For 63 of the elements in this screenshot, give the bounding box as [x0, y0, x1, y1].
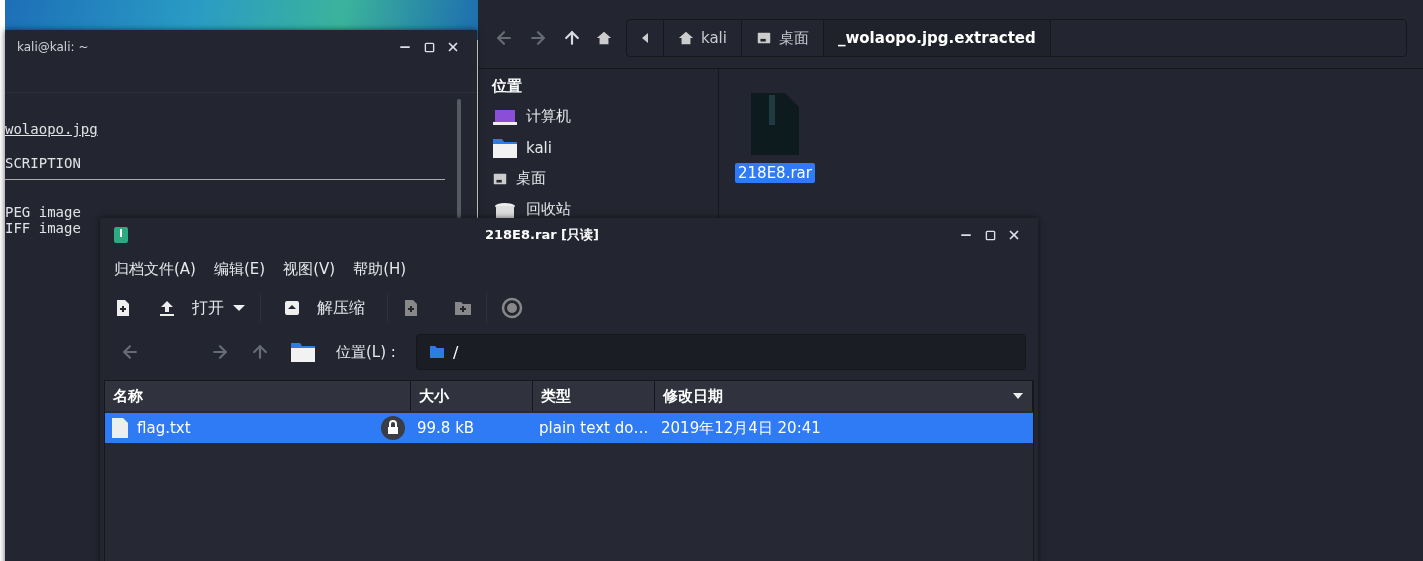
stop-icon[interactable] [501, 297, 523, 319]
size-cell-text: 99.8 kB [416, 418, 476, 439]
window-title: kali@kali: ~ [17, 40, 90, 54]
path-button[interactable]: 桌面 [741, 20, 824, 56]
caret-icon [641, 33, 649, 43]
file-name[interactable]: 218E8.rar [735, 163, 815, 183]
forward-icon[interactable] [528, 28, 548, 48]
location-label: 位置(L) : [336, 342, 396, 362]
home-icon [596, 30, 612, 46]
column-header[interactable]: 名称 [105, 381, 411, 411]
file-name: flag.txt [137, 419, 191, 437]
menu-item[interactable]: 编辑(E) [213, 259, 266, 279]
back-icon[interactable] [120, 342, 140, 362]
text-file-icon [111, 417, 129, 439]
column-header[interactable]: 修改日期 [655, 381, 1033, 411]
location-field[interactable]: / [415, 334, 1026, 370]
upload-icon [158, 299, 176, 317]
new-archive-icon[interactable] [114, 299, 132, 317]
forward-icon[interactable] [210, 342, 230, 362]
extract-button[interactable]: 解压缩 [275, 293, 373, 323]
up-icon[interactable] [562, 28, 582, 48]
terminal-text: SCRIPTION [5, 155, 81, 171]
dropdown-icon[interactable] [232, 303, 246, 313]
lock-icon [381, 416, 405, 440]
type-cell-text: plain text do… [538, 418, 650, 439]
sidebar-item[interactable]: 桌面 [516, 169, 546, 188]
desktop-icon [755, 30, 772, 46]
maximize-icon [423, 41, 435, 53]
path-button[interactable]: _wolaopo.jpg.extracted [823, 20, 1051, 56]
sort-icon [1012, 392, 1024, 400]
sidebar-item[interactable]: kali [526, 138, 552, 157]
sidebar-heading: 位置 [492, 77, 523, 96]
scrollbar[interactable] [457, 99, 461, 219]
folder-icon [290, 341, 316, 363]
menu-item[interactable]: 视图(V) [283, 259, 336, 279]
archive-app-icon [112, 226, 130, 244]
column-header[interactable]: 大小 [411, 381, 533, 411]
folder-icon [428, 345, 445, 359]
add-file-icon[interactable] [402, 299, 420, 317]
menu-item[interactable]: 归档文件(A) [114, 259, 196, 279]
terminal-link[interactable]: wolaopo.jpg [5, 121, 98, 137]
path-button[interactable]: kali [664, 20, 742, 56]
maximize-icon [984, 229, 996, 241]
home-icon [678, 30, 694, 46]
window-title: 218E8.rar [只读] [484, 226, 600, 244]
sidebar-item[interactable]: 计算机 [526, 107, 571, 126]
sidebar-item[interactable]: 回收站 [526, 200, 571, 219]
file-row[interactable]: flag.txt 99.8 kB plain text do… 2019年12月4日 20:41 [105, 413, 1033, 443]
add-folder-icon[interactable] [454, 299, 472, 317]
open-button[interactable]: 打开 [150, 293, 232, 323]
terminal-text: IFF image [5, 220, 81, 236]
extract-icon [283, 299, 301, 317]
laptop-icon [492, 107, 518, 126]
trash-icon [492, 201, 518, 218]
folder-icon [492, 136, 518, 159]
date-cell-text: 2019年12月4日 20:41 [660, 417, 822, 439]
back-icon[interactable] [494, 28, 514, 48]
close-icon [446, 40, 460, 54]
terminal-text: PEG image [5, 204, 81, 220]
archive-file-icon [749, 91, 801, 157]
column-header[interactable]: 类型 [533, 381, 655, 411]
close-icon [1007, 228, 1021, 242]
menu-item[interactable]: 帮助(H) [353, 259, 407, 279]
